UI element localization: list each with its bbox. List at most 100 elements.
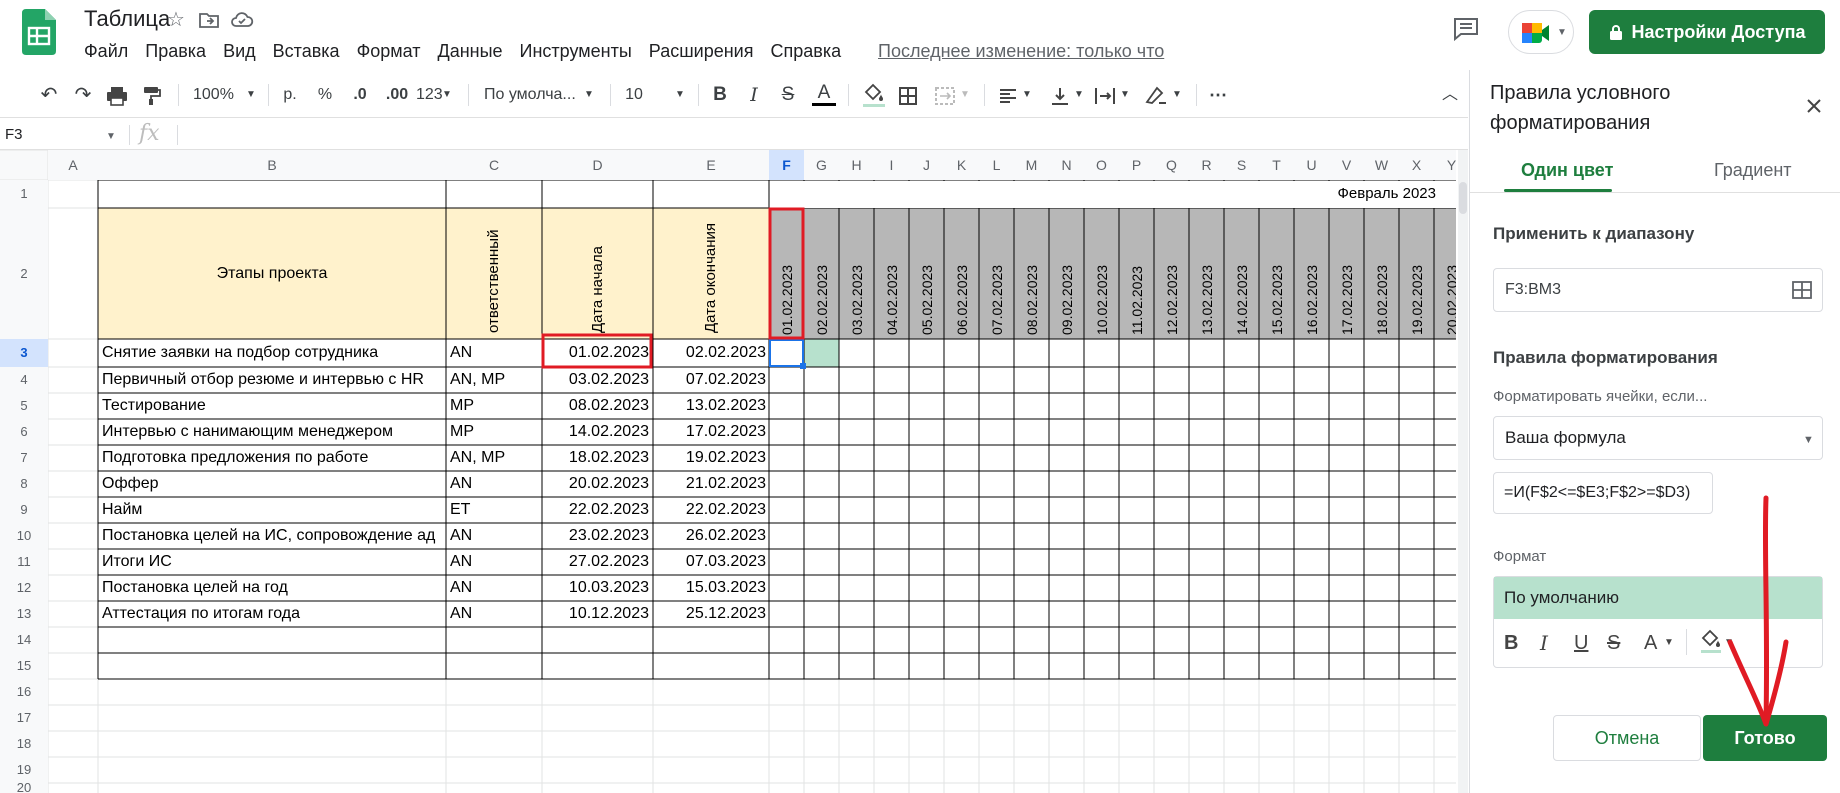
task-name[interactable]: Интервью с нанимающим менеджером: [102, 419, 445, 445]
column-header[interactable]: X: [1399, 150, 1434, 180]
column-header[interactable]: U: [1294, 150, 1329, 180]
custom-formula-input[interactable]: =И(F$2<=$E3;F$2>=$D3): [1493, 472, 1713, 514]
row-header[interactable]: 7: [0, 445, 48, 471]
row-header[interactable]: 8: [0, 471, 48, 497]
task-start-date[interactable]: 22.02.2023: [542, 497, 649, 523]
range-input[interactable]: F3:BM3: [1493, 268, 1823, 312]
more-options-icon[interactable]: ⋯: [1206, 84, 1230, 106]
star-icon[interactable]: ☆: [164, 8, 188, 32]
condition-select[interactable]: Ваша формула: [1493, 416, 1823, 460]
task-start-date[interactable]: 01.02.2023: [542, 339, 649, 367]
menu-help[interactable]: Справка: [770, 41, 841, 65]
fmt-strikethrough-button[interactable]: S: [1607, 631, 1620, 655]
row-header[interactable]: 15: [0, 653, 48, 679]
row-header[interactable]: 20: [0, 781, 48, 793]
more-formats-chevron-icon[interactable]: ▼: [442, 84, 452, 106]
task-end-date[interactable]: 15.03.2023: [653, 575, 766, 601]
column-header[interactable]: D: [542, 150, 653, 180]
name-box-chevron-icon[interactable]: ▼: [106, 131, 116, 142]
tab-color-scale[interactable]: Градиент: [1714, 160, 1792, 181]
task-name[interactable]: Первичный отбор резюме и интервью с HR: [102, 367, 445, 393]
column-header[interactable]: B: [98, 150, 446, 180]
column-header[interactable]: T: [1259, 150, 1294, 180]
menu-extensions[interactable]: Расширения: [649, 41, 754, 65]
fmt-italic-button[interactable]: I: [1540, 631, 1548, 655]
share-button[interactable]: Настройки Доступа: [1589, 10, 1825, 54]
task-start-date[interactable]: 20.02.2023: [542, 471, 649, 497]
fill-color-icon[interactable]: [862, 82, 886, 108]
row-header[interactable]: 16: [0, 679, 48, 705]
task-end-date[interactable]: 21.02.2023: [653, 471, 766, 497]
task-end-date[interactable]: 22.02.2023: [653, 497, 766, 523]
meet-button[interactable]: ▼: [1508, 10, 1574, 54]
column-header[interactable]: W: [1364, 150, 1399, 180]
currency-format-button[interactable]: р.: [281, 84, 299, 106]
column-header[interactable]: Y: [1434, 150, 1456, 180]
undo-icon[interactable]: ↶: [38, 84, 60, 106]
task-end-date[interactable]: 25.12.2023: [653, 601, 766, 627]
task-start-date[interactable]: 27.02.2023: [542, 549, 649, 575]
task-start-date[interactable]: 23.02.2023: [542, 523, 649, 549]
task-name[interactable]: Итоги ИС: [102, 549, 445, 575]
task-responsible[interactable]: MP: [450, 393, 541, 419]
column-header[interactable]: J: [909, 150, 944, 180]
strikethrough-button[interactable]: S: [778, 84, 798, 106]
redo-icon[interactable]: ↷: [72, 84, 94, 106]
row-header[interactable]: 3: [0, 339, 48, 367]
text-rotation-icon[interactable]: [1144, 84, 1168, 106]
percent-format-button[interactable]: %: [316, 84, 334, 106]
column-header[interactable]: R: [1189, 150, 1224, 180]
task-name[interactable]: Снятие заявки на подбор сотрудника: [102, 339, 445, 367]
task-end-date[interactable]: 07.02.2023: [653, 367, 766, 393]
column-header[interactable]: M: [1014, 150, 1049, 180]
task-responsible[interactable]: AN: [450, 601, 541, 627]
fmt-text-color-chevron-icon[interactable]: ▼: [1664, 631, 1674, 655]
task-end-date[interactable]: 17.02.2023: [653, 419, 766, 445]
move-to-folder-icon[interactable]: [197, 8, 221, 32]
fmt-text-color-button[interactable]: A: [1644, 631, 1657, 655]
task-responsible[interactable]: AN: [450, 471, 541, 497]
column-header[interactable]: F: [769, 150, 804, 180]
paint-format-icon[interactable]: [142, 85, 162, 107]
row-header[interactable]: 18: [0, 731, 48, 757]
column-header[interactable]: V: [1329, 150, 1364, 180]
name-box[interactable]: F3: [5, 124, 119, 146]
cloud-status-icon[interactable]: [230, 8, 254, 32]
menu-tools[interactable]: Инструменты: [520, 41, 632, 65]
zoom-chevron-icon[interactable]: ▼: [246, 84, 256, 106]
task-end-date[interactable]: 13.02.2023: [653, 393, 766, 419]
task-name[interactable]: Найм: [102, 497, 445, 523]
task-start-date[interactable]: 03.02.2023: [542, 367, 649, 393]
print-icon[interactable]: [106, 85, 128, 107]
increase-decimal-button[interactable]: .00: [383, 84, 411, 106]
horizontal-align-icon[interactable]: [998, 85, 1018, 107]
scrollbar-thumb[interactable]: [1459, 182, 1467, 214]
tab-single-color[interactable]: Один цвет: [1521, 160, 1613, 181]
row-header[interactable]: 10: [0, 523, 48, 549]
bold-button[interactable]: B: [710, 84, 730, 106]
task-responsible[interactable]: ET: [450, 497, 541, 523]
row-header[interactable]: 9: [0, 497, 48, 523]
halign-chevron-icon[interactable]: ▼: [1022, 84, 1032, 106]
task-name[interactable]: Аттестация по итогам года: [102, 601, 445, 627]
zoom-select[interactable]: 100%: [193, 84, 234, 106]
borders-icon[interactable]: [898, 85, 918, 107]
fmt-bold-button[interactable]: B: [1504, 631, 1518, 655]
column-header[interactable]: S: [1224, 150, 1259, 180]
merge-chevron-icon[interactable]: ▼: [960, 84, 970, 106]
vertical-align-icon[interactable]: [1050, 85, 1070, 107]
task-name[interactable]: Тестирование: [102, 393, 445, 419]
column-header[interactable]: N: [1049, 150, 1084, 180]
task-responsible[interactable]: AN: [450, 523, 541, 549]
task-end-date[interactable]: 26.02.2023: [653, 523, 766, 549]
task-name[interactable]: Оффер: [102, 471, 445, 497]
menu-insert[interactable]: Вставка: [273, 41, 340, 65]
column-header[interactable]: G: [804, 150, 839, 180]
task-name[interactable]: Постановка целей на ИС, сопровождение ад: [102, 523, 445, 549]
valign-chevron-icon[interactable]: ▼: [1074, 84, 1084, 106]
column-header[interactable]: Q: [1154, 150, 1189, 180]
task-responsible[interactable]: AN: [450, 575, 541, 601]
row-header[interactable]: 1: [0, 180, 48, 208]
column-header[interactable]: H: [839, 150, 874, 180]
row-header[interactable]: 17: [0, 705, 48, 731]
